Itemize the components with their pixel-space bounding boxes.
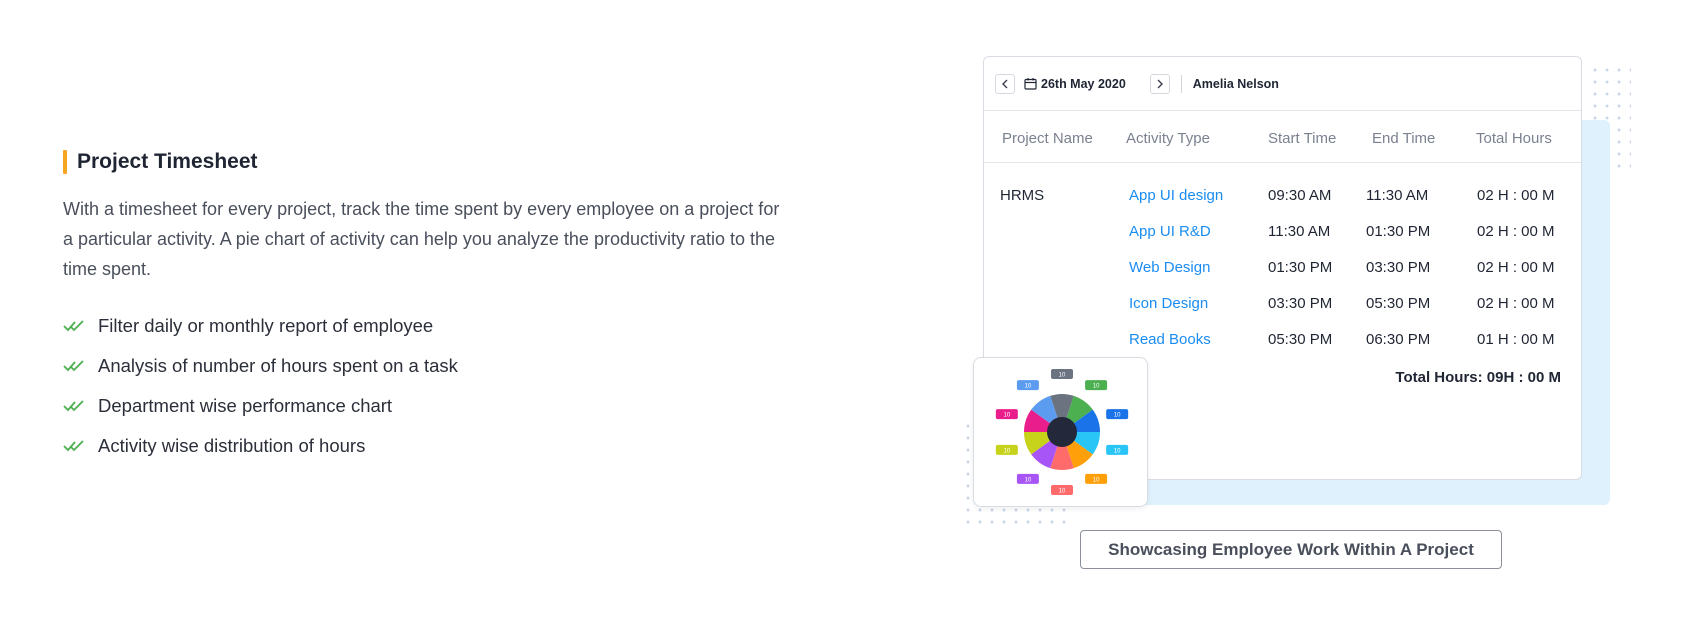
start-time-cell: 03:30 PM: [1268, 295, 1333, 312]
pie-slice-label: 10: [1016, 380, 1039, 391]
feature-title: Project Timesheet: [63, 150, 783, 174]
start-time-cell: 05:30 PM: [1268, 331, 1333, 348]
table-header: Project Name Activity Type Start Time En…: [984, 111, 1581, 163]
feature-list: Filter daily or monthly report of employ…: [63, 306, 783, 466]
end-time-cell: 11:30 AM: [1366, 187, 1429, 204]
activity-link[interactable]: App UI design: [1129, 187, 1223, 204]
double-check-icon: [63, 360, 84, 372]
feature-list-text: Analysis of number of hours spent on a t…: [98, 355, 458, 376]
caption-button[interactable]: Showcasing Employee Work Within A Projec…: [1080, 530, 1502, 569]
column-header[interactable]: Activity Type: [1126, 130, 1210, 147]
calendar-icon: [1024, 78, 1037, 90]
feature-list-text: Filter daily or monthly report of employ…: [98, 315, 434, 336]
double-check-icon: [63, 440, 84, 452]
column-header[interactable]: Project Name: [1002, 130, 1093, 147]
total-hours: Total Hours: 09H : 00 M: [1395, 369, 1561, 386]
column-header[interactable]: End Time: [1372, 130, 1435, 147]
feature-title-text: Project Timesheet: [77, 150, 258, 173]
svg-text:10: 10: [1114, 413, 1121, 419]
pie-slice-label: 10: [1016, 473, 1039, 484]
svg-text:10: 10: [1093, 477, 1100, 483]
svg-text:10: 10: [1093, 384, 1100, 390]
pie-slice-label: 10: [1085, 380, 1108, 391]
pie-slice-label: 10: [1051, 485, 1073, 495]
start-time-cell: 09:30 AM: [1268, 187, 1332, 204]
pie-slice-label: 10: [1051, 369, 1073, 379]
pie-slice-label: 10: [1106, 444, 1129, 455]
feature-list-item: Activity wise distribution of hours: [63, 426, 783, 466]
next-date-button[interactable]: [1149, 73, 1170, 94]
prev-date-button[interactable]: [995, 73, 1015, 94]
title-accent-bar: [63, 150, 67, 174]
column-header[interactable]: Start Time: [1268, 130, 1336, 147]
svg-text:10: 10: [1003, 413, 1010, 419]
activity-link[interactable]: Icon Design: [1129, 295, 1208, 312]
hours-cell: 02 H : 00 M: [1477, 223, 1555, 240]
feature-description: With a timesheet for every project, trac…: [63, 199, 780, 279]
pie-chart-card: 10 10 10 10 10 10 10 10 10 10: [973, 357, 1148, 507]
column-header[interactable]: Total Hours: [1476, 130, 1552, 147]
svg-text:10: 10: [1059, 373, 1066, 379]
pie-slice-label: 10: [995, 409, 1018, 420]
hours-cell: 02 H : 00 M: [1477, 295, 1555, 312]
activity-pie-chart: 10 10 10 10 10 10 10 10 10 10: [995, 369, 1129, 495]
feature-list-item: Department wise performance chart: [63, 386, 783, 426]
svg-text:10: 10: [1114, 448, 1121, 454]
chevron-left-icon: [1002, 79, 1008, 88]
double-check-icon: [63, 400, 84, 412]
feature-list-text: Activity wise distribution of hours: [98, 435, 366, 456]
start-time-cell: 11:30 AM: [1268, 223, 1331, 240]
end-time-cell: 06:30 PM: [1366, 331, 1431, 348]
feature-list-item: Filter daily or monthly report of employ…: [63, 306, 783, 346]
pie-center: [1047, 417, 1077, 447]
hours-cell: 02 H : 00 M: [1477, 259, 1555, 276]
svg-text:10: 10: [1025, 384, 1032, 390]
hours-cell: 01 H : 00 M: [1477, 331, 1555, 348]
double-check-icon: [63, 320, 84, 332]
chevron-right-icon: [1157, 79, 1163, 88]
date-text: 26th May 2020: [1041, 76, 1126, 91]
activity-link[interactable]: App UI R&D: [1129, 223, 1211, 240]
pie-slice-label: 10: [1085, 473, 1108, 484]
svg-text:10: 10: [1025, 477, 1032, 483]
timesheet-toolbar: 26th May 2020 Amelia Nelson: [984, 57, 1581, 111]
hours-cell: 02 H : 00 M: [1477, 187, 1555, 204]
end-time-cell: 03:30 PM: [1366, 259, 1431, 276]
end-time-cell: 01:30 PM: [1366, 223, 1431, 240]
date-display[interactable]: 26th May 2020: [1024, 77, 1126, 91]
activity-link[interactable]: Read Books: [1129, 331, 1211, 348]
svg-text:10: 10: [1059, 489, 1066, 495]
svg-text:10: 10: [1003, 448, 1010, 454]
start-time-cell: 01:30 PM: [1268, 259, 1333, 276]
feature-list-item: Analysis of number of hours spent on a t…: [63, 346, 783, 386]
pie-slice-label: 10: [995, 444, 1018, 455]
feature-list-text: Department wise performance chart: [98, 395, 393, 416]
end-time-cell: 05:30 PM: [1366, 295, 1431, 312]
employee-name[interactable]: Amelia Nelson: [1193, 77, 1279, 91]
pie-slice-label: 10: [1106, 409, 1129, 420]
toolbar-divider: [1180, 74, 1182, 93]
feature-section: Project Timesheet With a timesheet for e…: [63, 150, 783, 466]
activity-link[interactable]: Web Design: [1129, 259, 1210, 276]
project-name-cell: HRMS: [1000, 187, 1045, 204]
